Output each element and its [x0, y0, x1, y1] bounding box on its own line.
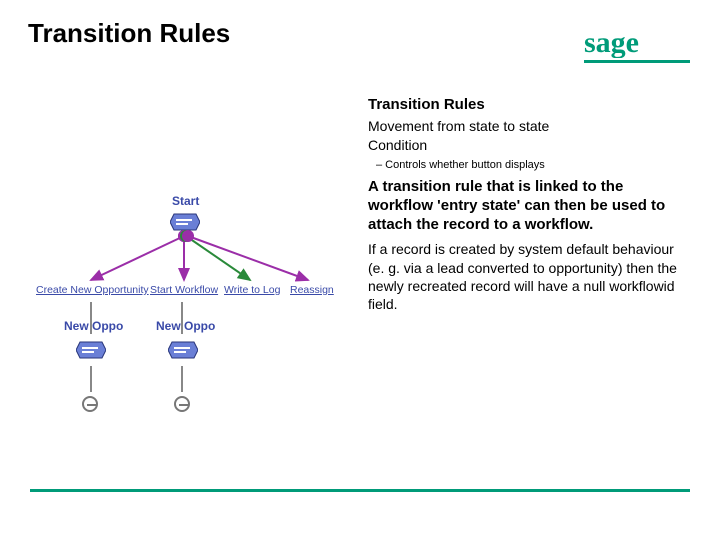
body-line-condition: Condition [368, 136, 688, 155]
footer-divider [30, 489, 690, 492]
sage-logo: sage [584, 26, 690, 63]
new-oppo-label: New Oppo [64, 319, 123, 333]
logo-underline [584, 60, 690, 63]
section-subheading: Transition Rules [368, 96, 688, 113]
bold-paragraph: A transition rule that is linked to the … [368, 177, 688, 235]
sub-bullet-controls: – Controls whether button displays [368, 159, 688, 171]
page-title: Transition Rules [28, 18, 230, 49]
body-line-movement: Movement from state to state [368, 117, 688, 136]
document-icon [168, 340, 198, 362]
document-icon [76, 340, 106, 362]
action-write-to-log[interactable]: Write to Log [224, 284, 280, 296]
stop-icon [82, 396, 98, 412]
paragraph: If a record is created by system default… [368, 240, 688, 313]
stop-icon [174, 396, 190, 412]
workflow-diagram: Start Create New Opportunity Start Workf… [36, 194, 356, 434]
action-create-new-opportunity[interactable]: Create New Opportunity [36, 284, 149, 296]
action-start-workflow[interactable]: Start Workflow [150, 284, 218, 296]
new-oppo-label: New Oppo [156, 319, 215, 333]
action-reassign[interactable]: Reassign [290, 284, 334, 296]
svg-text:sage: sage [584, 26, 639, 58]
content-column: Transition Rules Movement from state to … [368, 96, 688, 313]
